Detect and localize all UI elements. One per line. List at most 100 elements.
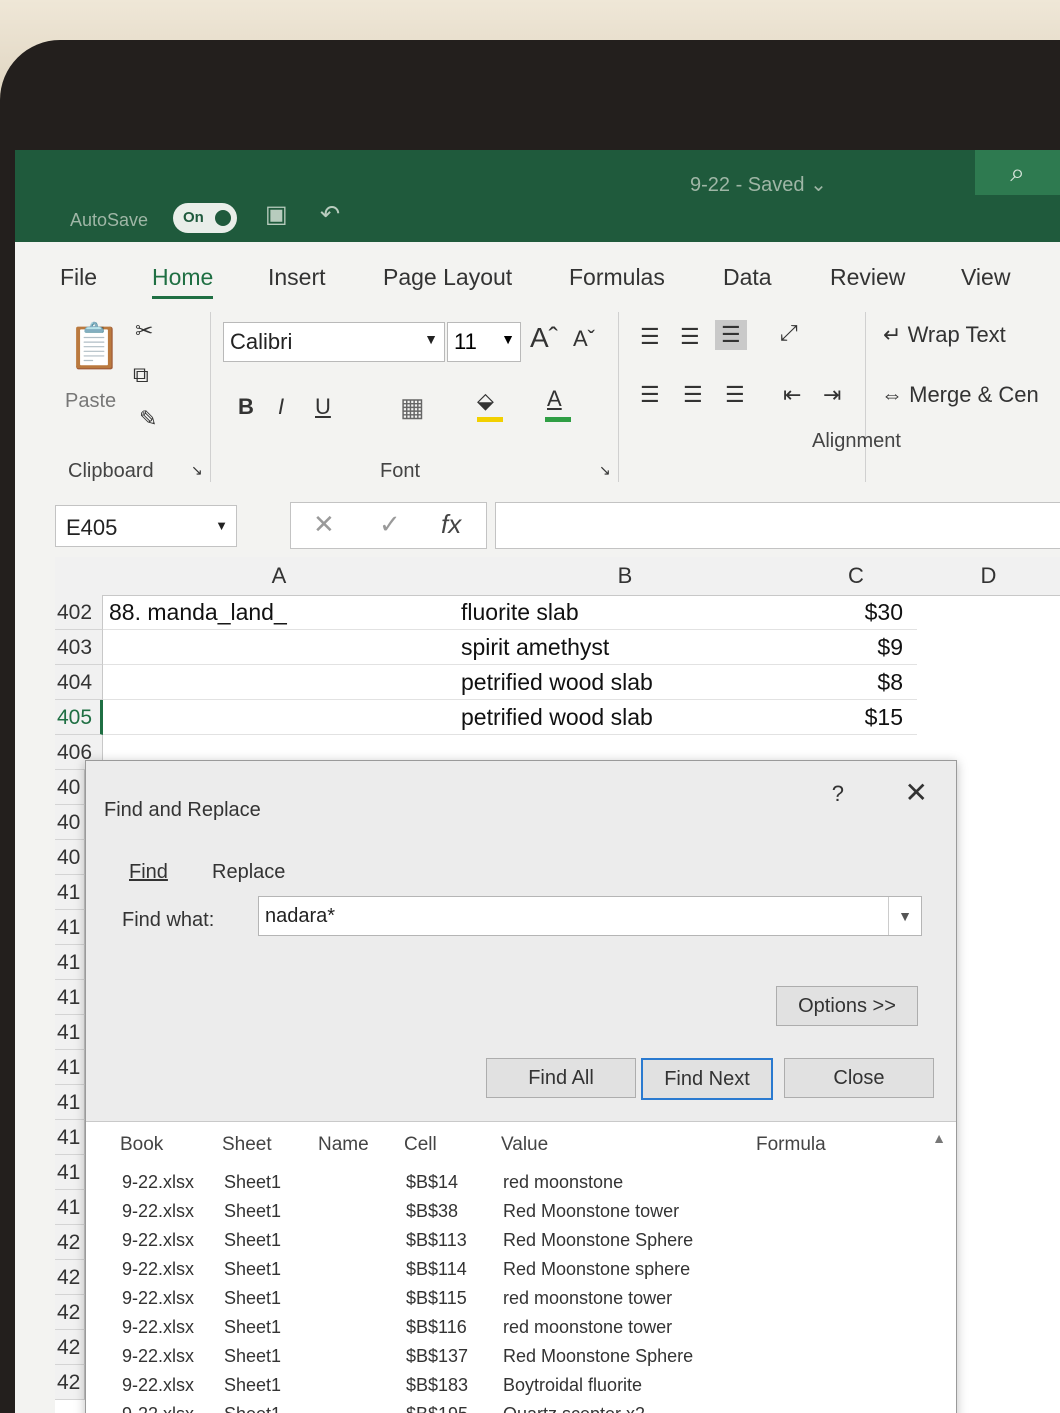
find-all-button[interactable]: Find All <box>486 1058 636 1098</box>
borders-icon[interactable]: ▦ <box>400 392 425 423</box>
cell-a402[interactable]: 88. manda_land_ <box>103 595 455 630</box>
name-box[interactable]: E405 ▼ <box>55 505 237 547</box>
row-header[interactable]: 41 <box>55 1050 85 1085</box>
row-header[interactable]: 41 <box>55 980 85 1015</box>
row-header[interactable]: 40 <box>55 840 85 875</box>
font-color-button[interactable]: A <box>547 386 562 412</box>
autosave-toggle[interactable]: On <box>173 203 237 233</box>
cell-a404[interactable] <box>103 665 455 700</box>
cell-c403[interactable]: $9 <box>795 630 917 665</box>
find-what-input[interactable] <box>265 905 865 928</box>
cancel-icon[interactable]: ✕ <box>313 509 335 540</box>
tab-page-layout[interactable]: Page Layout <box>383 264 512 291</box>
format-painter-icon[interactable]: ✎ <box>139 406 157 432</box>
clipboard-launcher-icon[interactable]: ↘ <box>191 462 203 479</box>
row-header[interactable]: 42 <box>55 1225 85 1260</box>
find-next-button[interactable]: Find Next <box>641 1058 773 1100</box>
fill-color-icon[interactable]: ⬙ <box>477 388 494 414</box>
help-icon[interactable]: ? <box>832 781 844 807</box>
row-header[interactable]: 41 <box>55 1155 85 1190</box>
row-header[interactable]: 41 <box>55 1085 85 1120</box>
results-header-value[interactable]: Value <box>501 1134 548 1156</box>
formula-input[interactable] <box>495 502 1060 549</box>
result-row[interactable]: 9-22.xlsx Sheet1 $B$14 red moonstone <box>86 1168 926 1197</box>
row-header[interactable]: 41 <box>55 1015 85 1050</box>
grow-font-button[interactable]: Aˆ <box>530 322 558 354</box>
results-header-formula[interactable]: Formula <box>756 1134 826 1156</box>
row-header[interactable]: 41 <box>55 875 85 910</box>
result-row[interactable]: 9-22.xlsx Sheet1 $B$137 Red Moonstone Sp… <box>86 1342 926 1371</box>
close-icon[interactable]: ✕ <box>905 776 928 809</box>
results-header-book[interactable]: Book <box>120 1134 163 1156</box>
row-header[interactable]: 41 <box>55 910 85 945</box>
undo-icon[interactable]: ↶ <box>320 200 340 229</box>
wrap-text-button[interactable]: ↵ Wrap Text <box>883 322 1006 348</box>
document-title[interactable]: 9-22 - Saved ⌄ <box>690 172 827 197</box>
tab-view[interactable]: View <box>961 264 1010 291</box>
row-header[interactable]: 42 <box>55 1365 85 1400</box>
tab-insert[interactable]: Insert <box>268 264 326 291</box>
font-name-select[interactable]: Calibri ▼ <box>223 322 445 362</box>
column-header-a[interactable]: A <box>103 557 456 596</box>
bold-button[interactable]: B <box>238 394 254 420</box>
align-left-icon[interactable]: ☰ <box>640 382 660 408</box>
cell-b405[interactable]: petrified wood slab <box>455 700 795 735</box>
cell-a405[interactable] <box>103 700 455 735</box>
cell-a403[interactable] <box>103 630 455 665</box>
results-header-sheet[interactable]: Sheet <box>222 1134 272 1156</box>
row-header[interactable]: 402 <box>55 595 103 630</box>
cell-c404[interactable]: $8 <box>795 665 917 700</box>
tab-formulas[interactable]: Formulas <box>569 264 665 291</box>
align-center-icon[interactable]: ☰ <box>683 382 703 408</box>
italic-button[interactable]: I <box>278 394 284 420</box>
enter-icon[interactable]: ✓ <box>379 509 401 540</box>
row-header[interactable]: 41 <box>55 1190 85 1225</box>
result-row[interactable]: 9-22.xlsx Sheet1 $B$38 Red Moonstone tow… <box>86 1197 926 1226</box>
results-header-name[interactable]: Name <box>318 1134 369 1156</box>
column-header-d[interactable]: D <box>917 557 1060 596</box>
copy-icon[interactable]: ⧉ <box>133 362 149 388</box>
insert-function-button[interactable]: fx <box>441 509 461 540</box>
row-header[interactable]: 403 <box>55 630 103 665</box>
tab-replace[interactable]: Replace <box>212 861 285 884</box>
result-row[interactable]: 9-22.xlsx Sheet1 $B$195 Quartz scepter x… <box>86 1400 926 1413</box>
align-right-icon[interactable]: ☰ <box>725 382 745 408</box>
result-row[interactable]: 9-22.xlsx Sheet1 $B$183 Boytroidal fluor… <box>86 1371 926 1400</box>
cell-b404[interactable]: petrified wood slab <box>455 665 795 700</box>
row-header[interactable]: 41 <box>55 1120 85 1155</box>
paste-icon[interactable]: 📋 <box>67 320 122 372</box>
tab-find[interactable]: Find <box>129 861 168 884</box>
search-icon[interactable]: ⌕ <box>975 150 1060 195</box>
row-header[interactable]: 42 <box>55 1295 85 1330</box>
font-launcher-icon[interactable]: ↘ <box>599 462 611 479</box>
select-all-corner[interactable] <box>55 557 104 596</box>
increase-indent-icon[interactable]: ⇥ <box>823 382 841 408</box>
cut-icon[interactable]: ✂ <box>135 318 153 344</box>
tab-data[interactable]: Data <box>723 264 772 291</box>
result-row[interactable]: 9-22.xlsx Sheet1 $B$114 Red Moonstone sp… <box>86 1255 926 1284</box>
align-top-icon[interactable]: ☰ <box>640 324 660 350</box>
orientation-icon[interactable]: ⤢ <box>780 320 798 346</box>
result-row[interactable]: 9-22.xlsx Sheet1 $B$115 red moonstone to… <box>86 1284 926 1313</box>
column-header-b[interactable]: B <box>455 557 796 596</box>
row-header[interactable]: 40 <box>55 805 85 840</box>
find-what-field[interactable]: ▼ <box>258 896 922 936</box>
row-header[interactable]: 405 <box>55 700 103 735</box>
options-button[interactable]: Options >> <box>776 986 918 1026</box>
underline-button[interactable]: U <box>315 394 331 420</box>
chevron-down-icon[interactable]: ▼ <box>888 897 921 935</box>
result-row[interactable]: 9-22.xlsx Sheet1 $B$113 Red Moonstone Sp… <box>86 1226 926 1255</box>
row-header[interactable]: 42 <box>55 1260 85 1295</box>
row-header[interactable]: 41 <box>55 945 85 980</box>
row-header[interactable]: 40 <box>55 770 85 805</box>
row-header[interactable]: 42 <box>55 1330 85 1365</box>
decrease-indent-icon[interactable]: ⇤ <box>783 382 801 408</box>
result-row[interactable]: 9-22.xlsx Sheet1 $B$116 red moonstone to… <box>86 1313 926 1342</box>
tab-file[interactable]: File <box>60 264 97 291</box>
paste-label[interactable]: Paste <box>65 390 116 413</box>
chevron-up-icon[interactable]: ▲ <box>932 1130 946 1146</box>
shrink-font-button[interactable]: Aˇ <box>573 326 595 352</box>
tab-home[interactable]: Home <box>152 264 214 299</box>
merge-center-button[interactable]: ⇔ Merge & Cen <box>881 382 1039 408</box>
align-bottom-icon[interactable]: ☰ <box>715 320 747 350</box>
